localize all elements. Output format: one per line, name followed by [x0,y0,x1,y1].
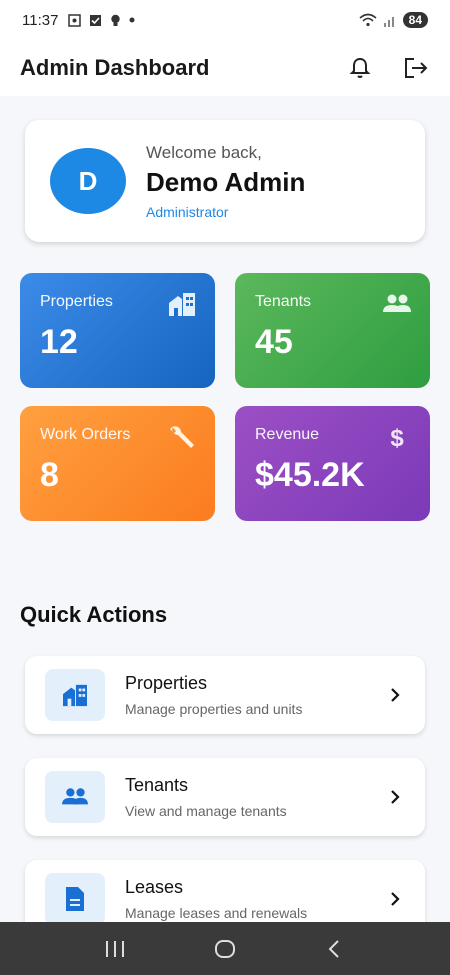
action-title: Properties [125,673,208,693]
action-subtitle: View and manage tenants [125,803,287,819]
avatar: D [50,148,126,214]
wifi-icon [359,13,377,27]
document-icon [66,887,84,911]
chevron-right-icon [391,790,400,804]
bulb-icon [111,14,121,26]
action-title: Leases [125,877,184,897]
back-icon[interactable] [324,939,346,959]
logout-icon [405,58,428,78]
stat-card-revenue[interactable]: Revenue $45.2K $ [235,406,430,521]
signal-icon [383,16,394,27]
building-icon [63,684,87,707]
bell-icon [349,57,371,78]
wrench-icon [170,426,194,448]
status-time: 11:37 [22,11,59,29]
action-subtitle: Manage leases and renewals [125,905,308,921]
dollar-icon: $ [390,425,404,450]
action-subtitle: Manage properties and units [125,701,303,717]
stat-value: 8 [40,456,59,494]
home-icon[interactable] [214,939,236,959]
check-box-icon [90,14,102,26]
chevron-right-icon [391,892,400,906]
quick-actions-title: Quick Actions [20,602,168,627]
recent-apps-icon[interactable] [104,939,126,959]
notifications-button[interactable] [346,54,374,82]
svg-text:$: $ [390,425,404,450]
status-right: 84 [359,12,428,28]
action-title: Tenants [125,775,189,795]
dashboard-content: D Welcome back, Demo Admin Administrator… [0,96,450,922]
stat-value: $45.2K [255,456,365,494]
screenshot-icon [68,13,82,27]
status-bar: 11:37 84 [0,0,450,40]
logout-button[interactable] [402,54,430,82]
chevron-right-icon [391,688,400,702]
user-role: Administrator [146,203,229,220]
battery-indicator: 84 [402,12,428,28]
user-name: Demo Admin [146,166,306,197]
quick-action-tenants[interactable]: Tenants View and manage tenants [25,758,425,836]
quick-action-leases[interactable]: Leases Manage leases and renewals [25,860,425,922]
stat-card-tenants[interactable]: Tenants 45 [235,273,430,388]
notification-icons [68,13,135,27]
action-icon-box [45,669,105,721]
welcome-greeting: Welcome back, [146,142,262,162]
building-icon [169,293,195,316]
people-icon [62,788,88,805]
app-bar: Admin Dashboard [0,40,450,96]
action-icon-box [45,771,105,823]
welcome-card: D Welcome back, Demo Admin Administrator [25,120,425,242]
stat-card-work-orders[interactable]: Work Orders 8 [20,406,215,521]
page-title: Admin Dashboard [20,55,210,80]
stat-value: 12 [40,323,78,361]
action-icon-box [45,873,105,922]
stat-card-properties[interactable]: Properties 12 [20,273,215,388]
stat-value: 45 [255,323,293,361]
quick-action-properties[interactable]: Properties Manage properties and units [25,656,425,734]
people-icon [383,294,411,312]
dot-icon [129,17,135,23]
system-nav-bar [0,922,450,975]
